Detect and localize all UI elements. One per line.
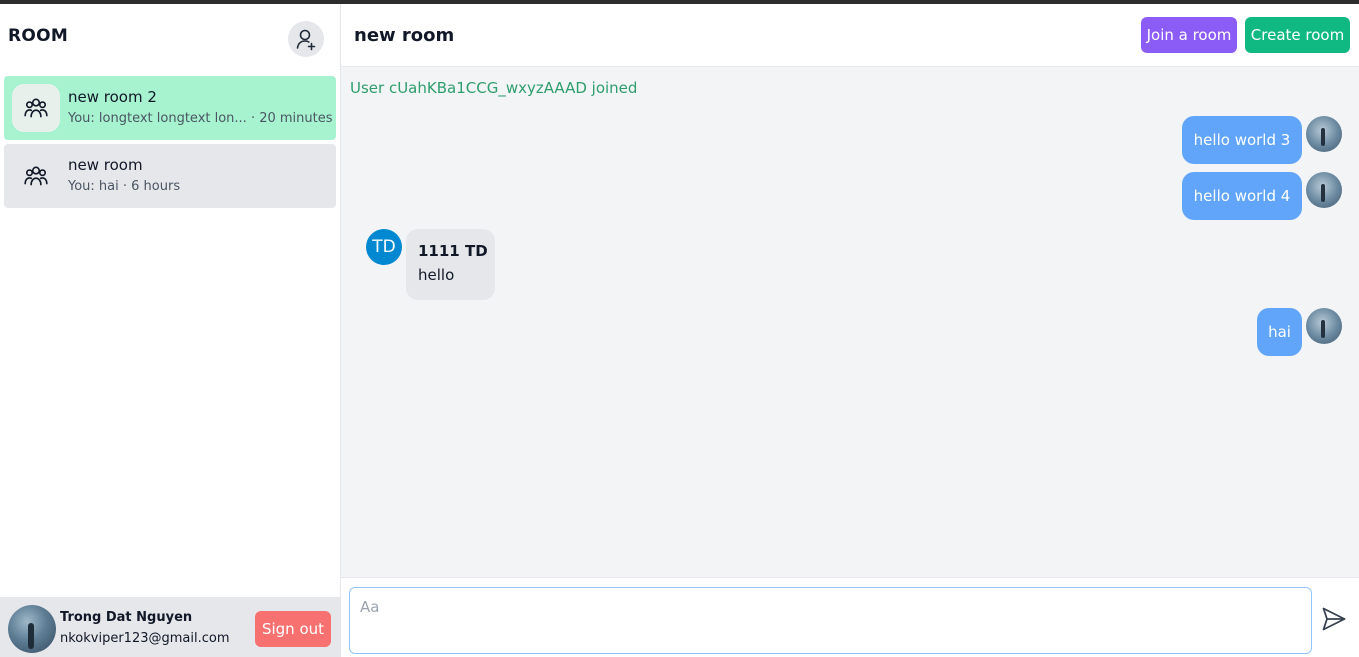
room-avatar (12, 152, 60, 200)
message-text: hello (418, 266, 455, 284)
other-message-bubble: 1111 TD hello (406, 229, 495, 300)
sender-name: 1111 TD (418, 242, 488, 260)
room-sidebar: ROOM new room 2 You: longtext longtext l… (0, 4, 341, 657)
join-room-button[interactable]: Join a room (1141, 17, 1237, 53)
sidebar-header: ROOM (0, 4, 340, 70)
room-avatar (12, 84, 60, 132)
group-icon (24, 98, 48, 118)
message-input[interactable] (349, 587, 1312, 654)
room-item-new-room[interactable]: new room You: hai · 6 hours (4, 144, 336, 208)
chat-panel: new room Join a room Create room User cU… (341, 4, 1359, 657)
room-item-new-room-2[interactable]: new room 2 You: longtext longtext lon...… (4, 76, 336, 140)
user-avatar (8, 605, 56, 653)
chat-header: new room Join a room Create room (341, 4, 1359, 67)
my-message-bubble: hello world 4 (1182, 172, 1302, 220)
message-list[interactable]: User cUahKBa1CCG_wxyzAAAD joined hello w… (341, 67, 1359, 577)
my-message-bubble: hai (1257, 308, 1302, 356)
message-composer (341, 577, 1359, 657)
message-text: hai (1268, 323, 1291, 341)
send-icon (1322, 607, 1346, 631)
user-email: nkokviper123@gmail.com (60, 631, 230, 646)
user-plus-icon (296, 29, 316, 51)
sidebar-title: ROOM (8, 26, 69, 46)
room-title: new room (354, 25, 455, 46)
message-text: hello world 4 (1193, 187, 1291, 205)
room-name: new room 2 (68, 88, 157, 106)
room-last-message: You: hai · 6 hours (68, 179, 181, 194)
create-room-button[interactable]: Create room (1245, 17, 1350, 53)
user-name: Trong Dat Nguyen (60, 610, 193, 625)
system-message: User cUahKBa1CCG_wxyzAAAD joined (350, 79, 638, 97)
my-message-bubble: hello world 3 (1182, 116, 1302, 164)
sign-out-button[interactable]: Sign out (255, 611, 331, 647)
room-name: new room (68, 156, 143, 174)
user-panel: Trong Dat Nguyen nkokviper123@gmail.com … (0, 597, 340, 657)
my-avatar (1306, 116, 1342, 152)
sender-avatar: TD (366, 229, 402, 265)
my-avatar (1306, 308, 1342, 344)
room-last-message: You: longtext longtext lon... · 20 minut… (68, 111, 333, 126)
send-button[interactable] (1319, 602, 1349, 636)
add-room-button[interactable] (288, 21, 324, 57)
my-avatar (1306, 172, 1342, 208)
message-text: hello world 3 (1193, 131, 1291, 149)
group-icon (24, 166, 48, 186)
